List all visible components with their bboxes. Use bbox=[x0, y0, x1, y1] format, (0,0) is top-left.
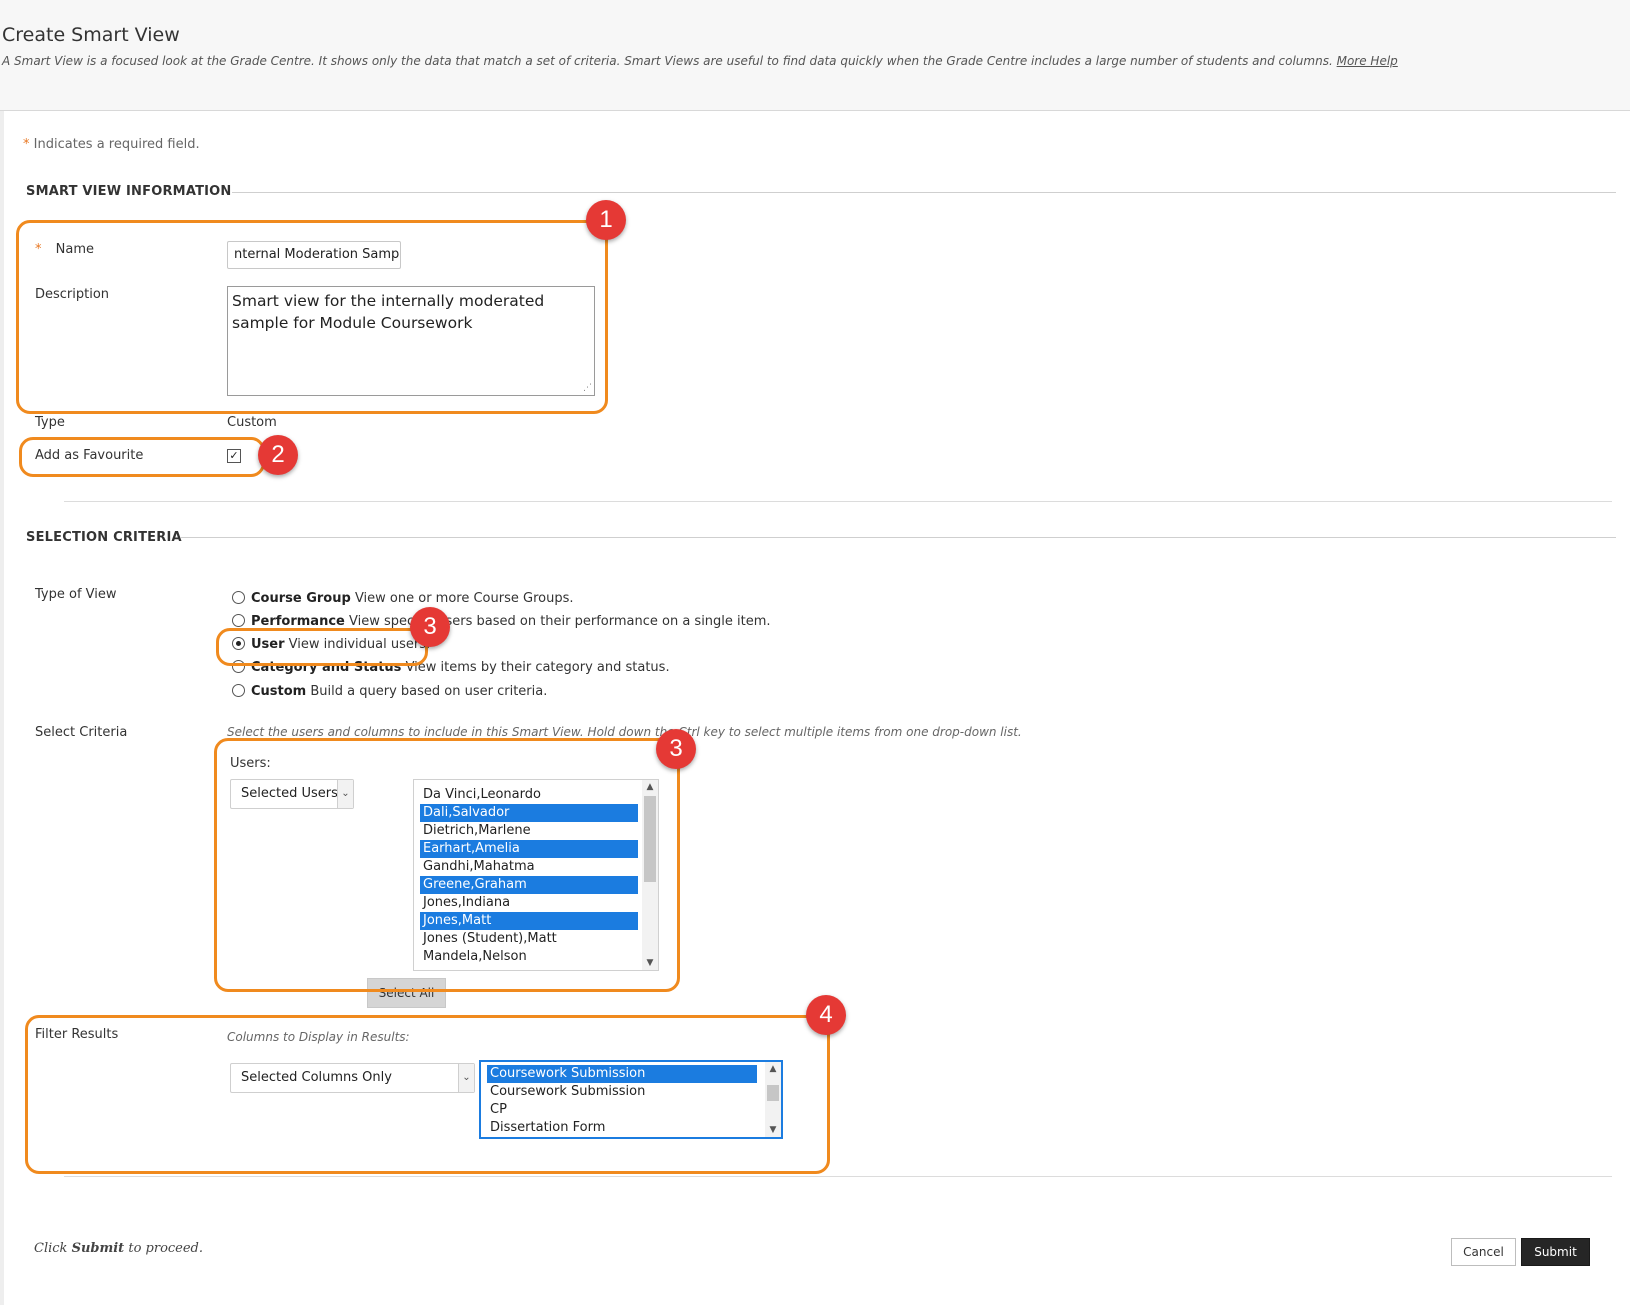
list-item[interactable]: Jones (Student),Matt bbox=[420, 930, 638, 948]
chevron-up-icon[interactable]: ▲ bbox=[765, 1062, 781, 1076]
name-label-text: Name bbox=[55, 242, 94, 257]
radio-button[interactable] bbox=[232, 614, 245, 627]
option-desc: View one or more Course Groups. bbox=[354, 591, 574, 606]
scrollbar-thumb[interactable] bbox=[644, 796, 656, 882]
select-criteria-hint: Select the users and columns to include … bbox=[227, 725, 1022, 739]
callout-marker-1: 1 bbox=[586, 200, 626, 240]
list-item-selected[interactable]: Dali,Salvador bbox=[420, 804, 638, 822]
submit-button[interactable]: Submit bbox=[1521, 1238, 1590, 1266]
callout-marker-3a: 3 bbox=[410, 607, 450, 647]
chevron-down-icon[interactable]: ▼ bbox=[765, 1123, 781, 1137]
radio-option-performance[interactable]: Performance View specific users based on… bbox=[232, 614, 771, 634]
radio-button[interactable] bbox=[232, 591, 245, 604]
page-header: Create Smart View A Smart View is a focu… bbox=[0, 0, 1630, 111]
list-item[interactable]: Coursework Submission bbox=[487, 1083, 757, 1101]
list-item[interactable]: Dissertation Form bbox=[487, 1119, 757, 1137]
type-value: Custom bbox=[227, 415, 277, 430]
required-star: * bbox=[35, 242, 42, 257]
list-item-selected[interactable]: Earhart,Amelia bbox=[420, 840, 638, 858]
users-label: Users: bbox=[230, 756, 271, 771]
list-item[interactable]: Mandela,Nelson bbox=[420, 948, 638, 966]
radio-button[interactable] bbox=[232, 660, 245, 673]
list-item[interactable]: Gandhi,Mahatma bbox=[420, 858, 638, 876]
cancel-button[interactable]: Cancel bbox=[1451, 1238, 1516, 1266]
instructions-text: A Smart View is a focused look at the Gr… bbox=[2, 54, 1333, 68]
users-filter-value: Selected Users bbox=[241, 786, 338, 801]
required-star: * bbox=[23, 137, 30, 152]
columns-scrollbar[interactable]: ▲ ▼ bbox=[765, 1062, 781, 1137]
section-title-smart-view-information: SMART VIEW INFORMATION bbox=[26, 184, 232, 199]
submit-instructions: Click Submit to proceed. bbox=[34, 1241, 203, 1256]
columns-filter-select[interactable]: Selected Columns Only ⌄ bbox=[230, 1063, 475, 1093]
chevron-down-icon[interactable]: ⌄ bbox=[458, 1064, 474, 1092]
scrollbar-thumb[interactable] bbox=[767, 1085, 779, 1101]
description-text: Smart view for the internally moderated … bbox=[232, 292, 545, 332]
option-title: Custom bbox=[251, 684, 307, 699]
radio-button-checked[interactable] bbox=[232, 637, 245, 650]
list-item-selected[interactable]: Coursework Submission bbox=[486, 1064, 758, 1084]
list-item-selected[interactable]: Greene,Graham bbox=[420, 876, 638, 894]
favourite-checkbox[interactable]: ✓ bbox=[227, 449, 241, 463]
callout-marker-3b: 3 bbox=[656, 729, 696, 769]
callout-marker-4: 4 bbox=[806, 995, 846, 1035]
radio-option-course-group[interactable]: Course Group View one or more Course Gro… bbox=[232, 591, 573, 611]
note-suffix: to proceed. bbox=[128, 1241, 204, 1256]
section-rule bbox=[232, 192, 1616, 193]
note-bold: Submit bbox=[71, 1241, 125, 1256]
description-textarea[interactable]: Smart view for the internally moderated … bbox=[227, 286, 595, 396]
option-title: Course Group bbox=[251, 591, 351, 606]
page-instructions: A Smart View is a focused look at the Gr… bbox=[2, 54, 1398, 68]
name-input[interactable]: nternal Moderation Sample bbox=[227, 241, 401, 269]
columns-filter-value: Selected Columns Only bbox=[241, 1070, 392, 1085]
select-criteria-label: Select Criteria bbox=[35, 725, 128, 740]
filter-results-label: Filter Results bbox=[35, 1027, 119, 1042]
chevron-down-icon[interactable]: ▼ bbox=[642, 956, 658, 970]
radio-option-user[interactable]: User View individual users. bbox=[232, 637, 430, 657]
option-title: Category and Status bbox=[251, 660, 402, 675]
page-title: Create Smart View bbox=[2, 24, 180, 46]
name-label: * Name bbox=[35, 242, 94, 257]
note-prefix: Click bbox=[34, 1241, 68, 1256]
list-item[interactable]: Da Vinci,Leonardo bbox=[420, 786, 638, 804]
section-rule bbox=[181, 537, 1616, 538]
radio-option-category-status[interactable]: Category and Status View items by their … bbox=[232, 660, 670, 680]
more-help-link[interactable]: More Help bbox=[1337, 54, 1398, 68]
columns-listbox[interactable]: Coursework Submission Coursework Submiss… bbox=[479, 1060, 783, 1139]
list-item[interactable]: Jones,Indiana bbox=[420, 894, 638, 912]
content-frame-edge bbox=[0, 111, 4, 1305]
section-divider bbox=[64, 501, 1612, 502]
radio-button[interactable] bbox=[232, 684, 245, 697]
description-label: Description bbox=[35, 287, 110, 302]
type-of-view-label: Type of View bbox=[35, 587, 117, 602]
option-desc: View items by their category and status. bbox=[405, 660, 670, 675]
list-item[interactable]: Dietrich,Marlene bbox=[420, 822, 638, 840]
resize-grip-icon[interactable]: ⋰ bbox=[583, 384, 592, 393]
list-item-selected[interactable]: Jones,Matt bbox=[420, 912, 638, 930]
option-title: User bbox=[251, 637, 285, 652]
required-note-text: Indicates a required field. bbox=[33, 137, 200, 152]
users-listbox[interactable]: Da Vinci,Leonardo Dali,Salvador Dietrich… bbox=[413, 779, 659, 971]
radio-option-custom[interactable]: Custom Build a query based on user crite… bbox=[232, 684, 547, 704]
callout-marker-2: 2 bbox=[258, 435, 298, 475]
users-scrollbar[interactable]: ▲ ▼ bbox=[642, 780, 658, 970]
favourite-label: Add as Favourite bbox=[35, 448, 144, 463]
section-divider bbox=[64, 1176, 1612, 1177]
required-field-note: * Indicates a required field. bbox=[23, 137, 200, 152]
option-title: Performance bbox=[251, 614, 345, 629]
select-all-button[interactable]: Select All bbox=[367, 978, 446, 1008]
users-filter-select[interactable]: Selected Users ⌄ bbox=[230, 779, 354, 809]
list-item[interactable]: CP bbox=[487, 1101, 757, 1119]
option-desc: Build a query based on user criteria. bbox=[310, 684, 548, 699]
columns-hint: Columns to Display in Results: bbox=[227, 1030, 410, 1044]
type-label: Type bbox=[35, 415, 65, 430]
chevron-down-icon[interactable]: ⌄ bbox=[337, 780, 353, 808]
section-title-selection-criteria: SELECTION CRITERIA bbox=[26, 530, 182, 545]
option-desc: View individual users. bbox=[288, 637, 431, 652]
chevron-up-icon[interactable]: ▲ bbox=[642, 780, 658, 794]
check-icon: ✓ bbox=[229, 449, 239, 462]
